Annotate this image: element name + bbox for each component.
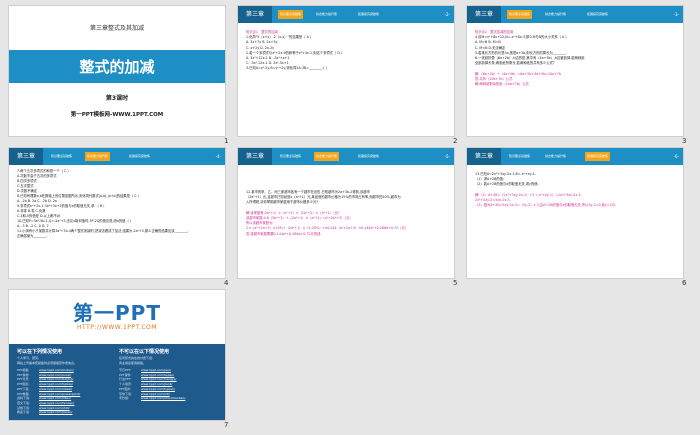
slide-body: 知识点2 整式加减的应用 4.设M=x²+8x+12,N=-x²+8x-3,那么… bbox=[475, 30, 677, 87]
answer-line: 解:两种纸剩余的纸（10a+7b）公式. bbox=[475, 82, 530, 87]
resource-link-label: 手抄报: bbox=[119, 396, 130, 401]
slide-header: 第三章 知识要点基础练 综合能力提升练 拓展探究突破练 -3- bbox=[467, 6, 683, 23]
chapter-tag: 第三章 bbox=[238, 6, 272, 23]
slide-number: 1 bbox=[224, 137, 229, 145]
can-use-item: 个人学习、研究; bbox=[17, 356, 40, 360]
slide-body: 12.某市的甲、乙、丙三家超市各有一个超市在出售,已知超市为2a+3b-2得到,… bbox=[246, 190, 448, 237]
question-line: 正确答案为________. bbox=[17, 234, 48, 238]
resource-link-url[interactable]: www.1ppt.com/shouchaobao/ bbox=[141, 396, 185, 400]
chapter-tag: 第三章 bbox=[9, 148, 43, 165]
resource-link-url[interactable]: www.1ppt.com/fanwen/ bbox=[39, 401, 74, 405]
tab-comprehensive-practice: 综合能力提升练 bbox=[314, 152, 340, 161]
resource-link-url[interactable]: www.1ppt.com/hangye/ bbox=[141, 377, 176, 381]
slide-4-canvas: 第三章 知识要点基础练 综合能力提升练 拓展探究突破练 -4- 7.两个五次多项… bbox=[8, 147, 226, 279]
tab-basic-practice: 知识要点基础练 bbox=[51, 154, 73, 158]
page-indicator: -6- bbox=[673, 154, 679, 159]
slide-body: 13.已知A=2x²+3xy-2x-1,B=-x²+xy-1. （1）求A+2B… bbox=[475, 172, 677, 208]
page-indicator: -4- bbox=[215, 154, 221, 159]
question-line: 3.已知A=x²-2y,B=y²+2y,则化简2A-3B=________.( … bbox=[246, 66, 327, 71]
tab-basic-practice: 知识要点基础练 bbox=[278, 10, 304, 19]
slide-number: 5 bbox=[453, 279, 458, 287]
tab-extension-practice: 拓展探究突破练 bbox=[129, 154, 151, 158]
slide-2-canvas: 第三章 知识要点基础练 综合能力提升练 拓展探究突破练 -2- 知识点1 整式的… bbox=[237, 5, 455, 137]
cannot-use-heading: 不可以在以下情况使用 bbox=[119, 349, 170, 355]
tab-comprehensive-practice: 综合能力提升练 bbox=[85, 152, 111, 161]
slide-body: 7.两个五次多项式的和是一个（ C ） A.次数不高于五次的多项式 B.四次多项… bbox=[17, 169, 219, 239]
resource-link-url[interactable]: www.1ppt.com/jianli/ bbox=[141, 382, 172, 386]
resource-link-url[interactable]: www.1ppt.com/moban/ bbox=[39, 368, 74, 372]
slide-5-canvas: 第三章 知识要点基础练 综合能力提升练 拓展探究突破练 -5- 12.某市的甲、… bbox=[237, 147, 455, 279]
cannot-use-item: 商业用途使用模板。 bbox=[119, 361, 147, 365]
slide-thumbnail-6[interactable]: 第三章 知识要点基础练 综合能力提升练 拓展探究突破练 -6- 13.已知A=2… bbox=[466, 147, 686, 287]
slide-number: 3 bbox=[682, 137, 687, 145]
resource-links-left: PPT模板: www.1ppt.com/moban/PPT素材: www.1ppt.… bbox=[17, 368, 117, 415]
slide-thumbnail-1[interactable]: 第三章整式及其加减 整式的加减 第3课时 第一PPT模板网-WWW.1PPT.C… bbox=[8, 5, 228, 145]
slide-header: 第三章 知识要点基础练 综合能力提升练 拓展探究突破练 -6- bbox=[467, 148, 683, 165]
template-site: 第一PPT模板网-WWW.1PPT.COM bbox=[70, 112, 164, 118]
resource-link-url[interactable]: www.1ppt.com/tubiao/ bbox=[39, 382, 73, 386]
cannot-use-item: 任何形式的在线付费下载; bbox=[119, 356, 154, 360]
answer-line: （2）因为A+2B=5xy-2x-3=（5y-2）x-3,且A+2B的值与x的取… bbox=[475, 203, 617, 208]
slide-3-canvas: 第三章 知识要点基础练 综合能力提升练 拓展探究突破练 -3- 知识点2 整式加… bbox=[466, 5, 684, 137]
lesson-label: 第3课时 bbox=[105, 95, 129, 102]
tab-extension-practice: 拓展探究突破练 bbox=[358, 154, 380, 158]
chapter-heading: 第三章整式及其加减 bbox=[89, 25, 144, 32]
slide-number: 4 bbox=[224, 279, 229, 287]
page-indicator: -3- bbox=[673, 12, 679, 17]
slide-number: 2 bbox=[453, 137, 458, 145]
resource-links-right: 节日PPT: www.1ppt.com/jieri/PPT课件: www.1ppt.… bbox=[119, 368, 219, 401]
page-indicator: -5- bbox=[444, 154, 450, 159]
resource-link-row[interactable]: 手抄报: www.1ppt.com/shouchaobao/ bbox=[119, 396, 219, 401]
can-use-item: 网站上传播本套模板时必须保留原作者信息。 bbox=[17, 361, 78, 365]
can-use-heading: 可以在下列情况使用 bbox=[17, 349, 63, 355]
resource-link-url[interactable]: www.1ppt.com/jiaoan/ bbox=[39, 410, 72, 414]
resource-link-url[interactable]: www.1ppt.com/jieri/ bbox=[141, 368, 171, 372]
brand-url: HTTP://WWW.1PPT.COM bbox=[77, 324, 157, 331]
tab-extension-practice: 拓展探究突破练 bbox=[585, 152, 611, 161]
resource-link-url[interactable]: www.1ppt.com/ziliao/ bbox=[39, 396, 71, 400]
slide-thumbnail-4[interactable]: 第三章 知识要点基础练 综合能力提升练 拓展探究突破练 -4- 7.两个五次多项… bbox=[8, 147, 228, 287]
tab-basic-practice: 知识要点基础练 bbox=[509, 154, 531, 158]
tab-comprehensive-practice: 综合能力提升练 bbox=[545, 154, 567, 158]
resource-link-label: 教案下载: bbox=[17, 410, 31, 415]
slide-header: 第三章 知识要点基础练 综合能力提升练 拓展探究突破练 -5- bbox=[238, 148, 454, 165]
tab-extension-practice: 拓展探究突破练 bbox=[358, 12, 380, 16]
page-indicator: -2- bbox=[444, 12, 450, 17]
tab-basic-practice: 知识要点基础练 bbox=[280, 154, 302, 158]
tab-extension-practice: 拓展探究突破练 bbox=[587, 12, 609, 16]
chapter-tag: 第三章 bbox=[238, 148, 272, 165]
slide-number: 7 bbox=[224, 421, 229, 429]
resource-link-row[interactable]: 教案下载: www.1ppt.com/jiaoan/ bbox=[17, 410, 117, 415]
slide-6-canvas: 第三章 知识要点基础练 综合能力提升练 拓展探究突破练 -6- 13.已知A=2… bbox=[466, 147, 684, 279]
slide-thumbnail-2[interactable]: 第三章 知识要点基础练 综合能力提升练 拓展探究突破练 -2- 知识点1 整式的… bbox=[237, 5, 457, 145]
resource-link-url[interactable]: www.1ppt.com/tupian/ bbox=[141, 387, 175, 391]
answer-line: 答:该超市家庭需要0.144a²+0.288a+0.72元的钱. bbox=[246, 231, 322, 236]
chapter-tag: 第三章 bbox=[467, 6, 501, 23]
tab-comprehensive-practice: 综合能力提升练 bbox=[316, 12, 338, 16]
resource-link-url[interactable]: www.1ppt.com/xiazai/ bbox=[39, 387, 72, 391]
tab-comprehensive-practice: 综合能力提升练 bbox=[545, 12, 567, 16]
slide-number: 6 bbox=[682, 279, 687, 287]
slide-header: 第三章 知识要点基础练 综合能力提升练 拓展探究突破练 -4- bbox=[9, 148, 225, 165]
slide-1-canvas: 第三章整式及其加减 整式的加减 第3课时 第一PPT模板网-WWW.1PPT.C… bbox=[8, 5, 226, 137]
resource-link-url[interactable]: www.1ppt.com/ziti/ bbox=[141, 392, 170, 396]
slide-thumbnail-5[interactable]: 第三章 知识要点基础练 综合能力提升练 拓展探究突破练 -5- 12.某市的甲、… bbox=[237, 147, 457, 287]
slide-body: 知识点1 整式的加减 1.化简"5（x+y）-2（x-y）"的结果是（ A ） … bbox=[246, 30, 448, 72]
slide-7-canvas: 第一PPT HTTP://WWW.1PPT.COM 可以在下列情况使用 个人学习… bbox=[8, 289, 226, 421]
tab-basic-practice: 知识要点基础练 bbox=[507, 10, 533, 19]
slide-thumbnail-3[interactable]: 第三章 知识要点基础练 综合能力提升练 拓展探究突破练 -3- 知识点2 整式加… bbox=[466, 5, 686, 145]
resource-link-url[interactable]: www.1ppt.com/beijing/ bbox=[39, 377, 73, 381]
slide-header: 第三章 知识要点基础练 综合能力提升练 拓展探究突破练 -2- bbox=[238, 6, 454, 23]
brand-logo: 第一PPT bbox=[73, 301, 161, 325]
slide-thumbnail-7[interactable]: 第一PPT HTTP://WWW.1PPT.COM 可以在下列情况使用 个人学习… bbox=[8, 289, 228, 429]
chapter-tag: 第三章 bbox=[467, 148, 501, 165]
slide-title: 整式的加减 bbox=[79, 58, 155, 76]
resource-link-url[interactable]: www.1ppt.com/powerpoint/ bbox=[39, 392, 80, 396]
